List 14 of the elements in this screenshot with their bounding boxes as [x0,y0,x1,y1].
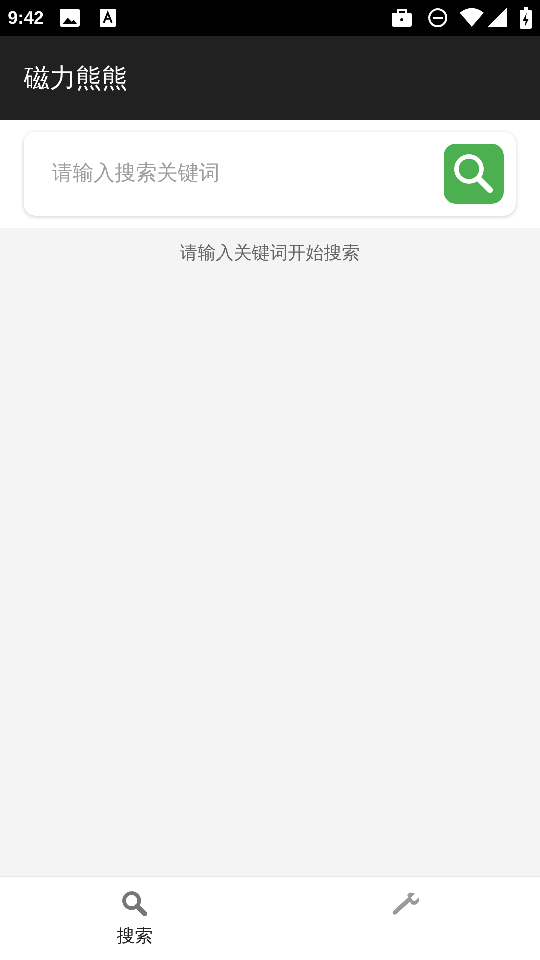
wifi-icon [460,8,484,28]
nav-tab[interactable]: 搜索 [0,877,270,960]
briefcase-icon [392,9,412,27]
search-bar[interactable]: 请输入搜索关键词 [24,132,516,216]
app-title: 磁力熊熊 [24,62,128,94]
do-not-disturb-icon [428,8,448,28]
empty-hint: 请输入关键词开始搜索 [180,242,360,265]
search-button[interactable] [444,144,504,204]
battery-icon [520,7,532,29]
clock: 9:42 [8,6,44,30]
signal-icon [488,8,508,28]
font-icon [100,9,116,27]
search-icon [120,889,150,919]
image-icon [60,9,80,27]
